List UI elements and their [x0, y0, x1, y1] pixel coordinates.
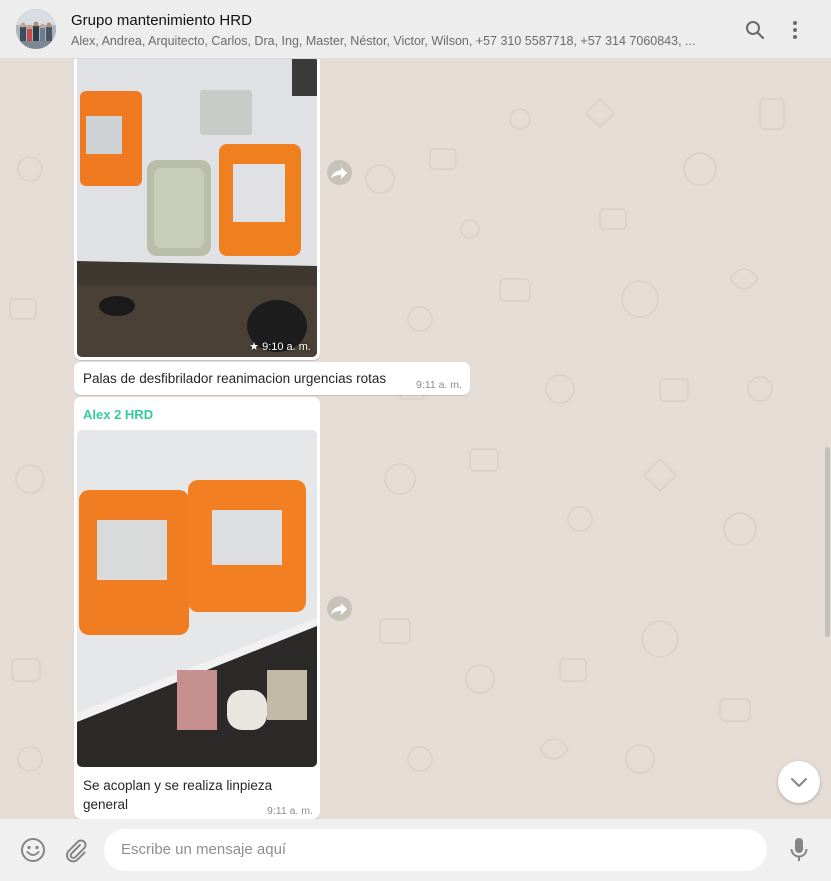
message-timestamp: 9:11 a. m.: [267, 805, 313, 817]
mic-icon[interactable]: [788, 836, 810, 869]
scroll-down-button[interactable]: [778, 761, 820, 803]
star-icon: ★: [249, 341, 260, 353]
group-title[interactable]: Grupo mantenimiento HRD: [71, 12, 252, 29]
image-message[interactable]: ★ 9:10 a. m.: [74, 59, 320, 360]
message-input[interactable]: Escribe un mensaje aquí: [104, 829, 767, 871]
message-timestamp: 9:11 a. m.: [416, 379, 462, 391]
group-participants[interactable]: Alex, Andrea, Arquitecto, Carlos, Dra, I…: [71, 34, 716, 48]
message-text: Palas de desfibrilador reanimacion urgen…: [83, 371, 387, 386]
image-thumbnail[interactable]: [77, 430, 317, 767]
text-message[interactable]: Palas de desfibrilador reanimacion urgen…: [74, 362, 470, 395]
image-thumbnail[interactable]: ★ 9:10 a. m.: [77, 59, 317, 357]
chat-header: Grupo mantenimiento HRD Alex, Andrea, Ar…: [0, 0, 831, 59]
message-input-placeholder: Escribe un mensaje aquí: [121, 841, 287, 858]
forward-icon[interactable]: [327, 160, 352, 185]
emoji-icon[interactable]: [20, 837, 46, 868]
attach-icon[interactable]: [62, 837, 88, 868]
group-avatar[interactable]: [16, 9, 56, 49]
search-icon[interactable]: [743, 18, 767, 42]
message-list[interactable]: ★ 9:10 a. m. Palas de desfibrilador rean…: [0, 59, 831, 819]
menu-icon[interactable]: [783, 18, 807, 42]
sender-name[interactable]: Alex 2 HRD: [83, 407, 153, 422]
image-caption-message[interactable]: Alex 2 HRD Se acoplan y se realiza linpi…: [74, 397, 320, 819]
caption-line-2: general: [83, 797, 129, 812]
scrollbar[interactable]: [825, 447, 830, 637]
forward-icon[interactable]: [327, 596, 352, 621]
image-timestamp: ★ 9:10 a. m.: [249, 341, 311, 353]
compose-bar: Escribe un mensaje aquí: [0, 819, 831, 881]
chevron-down-icon: [790, 777, 808, 788]
caption-line-1: Se acoplan y se realiza linpieza: [83, 778, 273, 793]
